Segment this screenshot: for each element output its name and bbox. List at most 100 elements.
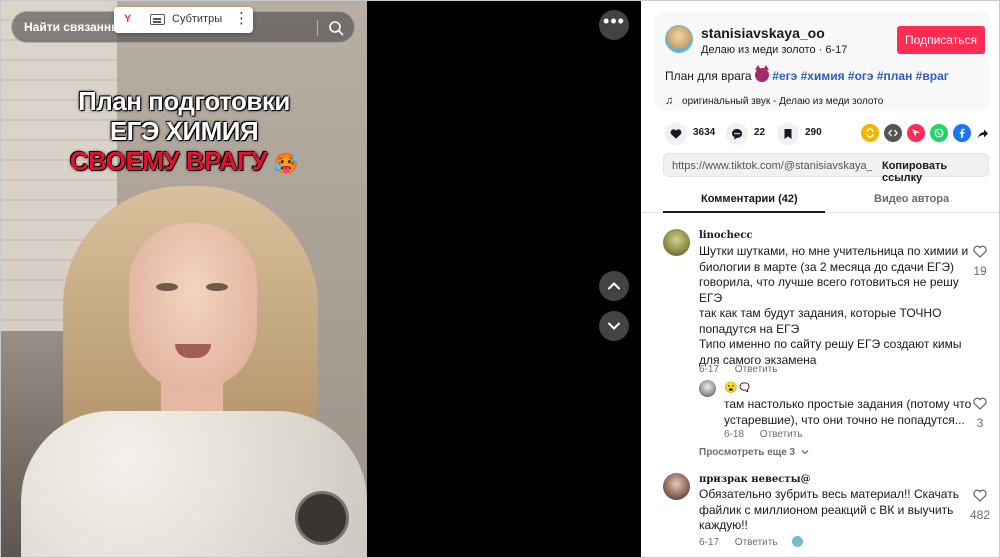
author-nickname-date: Делаю из меди золото · 6-17 xyxy=(701,44,848,56)
video-player[interactable]: План подготовки ЕГЭ ХИМИЯ СВОЕМУ ВРАГУ 🥵… xyxy=(1,1,367,557)
save-button[interactable] xyxy=(777,123,799,145)
video-overlay-line3-text: СВОЕМУ ВРАГУ xyxy=(69,146,268,176)
heart-outline-icon xyxy=(973,245,987,258)
comment-avatar[interactable] xyxy=(663,229,690,256)
comment-username[interactable]: linochecc xyxy=(699,230,752,241)
reply-text: там настолько простые задания (потому чт… xyxy=(724,397,971,428)
reply-like[interactable]: 3 xyxy=(967,397,993,430)
music-note-icon: ♫ xyxy=(665,95,674,107)
comment-username[interactable]: призрак невесты@ xyxy=(699,474,811,485)
whatsapp-share-icon[interactable] xyxy=(930,124,948,142)
creator-liked-avatar xyxy=(792,536,804,547)
send-share-icon[interactable] xyxy=(907,124,925,142)
reply-meta: 6-18 Ответить xyxy=(724,429,803,440)
reply-button[interactable]: Ответить xyxy=(735,364,778,375)
reply-like-count: 3 xyxy=(976,416,984,430)
comment-like-count: 482 xyxy=(969,508,991,522)
repost-icon xyxy=(866,128,874,138)
comment-button[interactable] xyxy=(726,123,748,145)
next-video-button[interactable] xyxy=(599,311,629,341)
search-divider xyxy=(317,20,318,36)
share-link-box: https://www.tiktok.com/@stanisiavskaya_o… xyxy=(663,153,989,184)
like-count: 3634 xyxy=(693,127,716,138)
video-person-face xyxy=(129,223,257,391)
subtitles-icon xyxy=(150,14,165,25)
comment-meta: 6-17 Ответить xyxy=(699,364,778,375)
view-more-label: Просмотреть еще 3 xyxy=(699,447,796,458)
repost-share-icon[interactable] xyxy=(861,124,879,142)
comment-icon xyxy=(732,129,742,140)
video-area: План подготовки ЕГЭ ХИМИЯ СВОЕМУ ВРАГУ 🥵… xyxy=(1,1,641,557)
toolbar-more-icon[interactable]: ⋮ xyxy=(234,10,249,28)
video-overlay-line2: ЕГЭ ХИМИЯ xyxy=(109,116,259,146)
comment-line: ЕГЭ xyxy=(699,290,723,305)
share-arrow-icon xyxy=(978,129,988,139)
comment-date: 6-17 xyxy=(699,537,720,548)
comment-line: каждую!! xyxy=(699,518,748,532)
video-person-eye xyxy=(206,283,228,291)
reply-button[interactable]: Ответить xyxy=(735,537,778,548)
description-hashtags[interactable]: #егэ #химия #огэ #план #враг xyxy=(772,69,948,83)
comment-date: 6-17 xyxy=(699,364,720,375)
video-coat-badge xyxy=(295,491,349,545)
more-share-icon[interactable] xyxy=(973,124,991,142)
description-text: План для врага xyxy=(665,69,752,83)
author-username[interactable]: stanisiavskaya_oo xyxy=(701,25,825,41)
facebook-share-icon[interactable] xyxy=(953,124,971,142)
facebook-icon xyxy=(959,128,965,138)
heart-outline-icon xyxy=(973,489,987,502)
comment-like[interactable]: 19 xyxy=(967,245,993,278)
comment-line: Типо именно по сайту решу ЕГЭ создают ки… xyxy=(699,337,962,351)
hot-face-emoji: 🥵 xyxy=(273,153,299,175)
reply-date: 6-18 xyxy=(724,429,745,440)
view-more-replies[interactable]: Просмотреть еще 3 xyxy=(699,447,809,458)
comment-line: Шутки шутками, но мне учительница по хим… xyxy=(699,244,969,258)
comment-line: файлик с миллионом реакций с ВК и выучит… xyxy=(699,502,954,517)
comment-like-count: 19 xyxy=(973,264,987,278)
comment-line: Обязательно зубрить весь материал!! Скач… xyxy=(699,487,959,501)
search-icon[interactable] xyxy=(328,20,344,36)
video-person-eye xyxy=(156,283,178,291)
comment-avatar[interactable] xyxy=(663,473,690,500)
active-tab-indicator xyxy=(663,211,825,213)
reply-avatar[interactable] xyxy=(699,380,716,397)
yandex-logo-icon: Y xyxy=(124,13,132,25)
whatsapp-icon xyxy=(934,128,944,138)
yandex-subtitles-toolbar[interactable]: Y Субтитры ⋮ xyxy=(114,7,253,33)
bookmark-icon xyxy=(784,129,792,139)
copy-link-button[interactable]: Копировать ссылку xyxy=(882,160,988,184)
panel-tabs: Комментарии (42) Видео автора xyxy=(641,185,999,213)
comment-line: там настолько простые задания (потому чт… xyxy=(724,397,972,411)
comment-like[interactable]: 482 xyxy=(967,489,993,522)
reply-username[interactable]: 😮🗨 xyxy=(724,381,752,394)
comment-line: говорила, что лучше всего готовиться не … xyxy=(699,275,959,289)
embed-share-icon[interactable] xyxy=(884,124,902,142)
share-link-url[interactable]: https://www.tiktok.com/@stanisiavskaya_o… xyxy=(672,160,872,172)
chevron-down-icon xyxy=(801,450,809,455)
previous-video-button[interactable] xyxy=(599,271,629,301)
save-count: 290 xyxy=(805,127,822,138)
music-title: оригинальный звук - Делаю из меди золото xyxy=(682,96,884,107)
like-button[interactable] xyxy=(665,123,687,145)
follow-button[interactable]: Подписаться xyxy=(897,26,985,54)
video-info-card: stanisiavskaya_oo Делаю из меди золото ·… xyxy=(655,11,989,111)
heart-icon xyxy=(670,129,682,139)
more-options-button[interactable]: ••• xyxy=(599,10,629,40)
subtitles-button[interactable]: Субтитры xyxy=(172,13,222,25)
music-row[interactable]: ♫ оригинальный звук - Делаю из меди золо… xyxy=(665,95,883,107)
comment-line: устаревшие), что они точно не попадутся.… xyxy=(724,412,965,427)
comment-line: так как там будут задания, которые ТОЧНО xyxy=(699,306,942,320)
video-description: План для врага #егэ #химия #огэ #план #в… xyxy=(665,65,949,83)
tab-comments[interactable]: Комментарии (42) xyxy=(701,193,798,205)
comment-meta: 6-17 Ответить xyxy=(699,536,804,548)
video-overlay-line3: СВОЕМУ ВРАГУ 🥵 xyxy=(1,147,367,179)
comment-line: биологии в марте (за 2 месяца до сдачи Е… xyxy=(699,259,954,274)
stats-bar: 3634 22 290 xyxy=(655,123,995,145)
tab-creator-videos[interactable]: Видео автора xyxy=(874,193,949,205)
author-avatar[interactable] xyxy=(665,25,693,53)
side-panel: stanisiavskaya_oo Делаю из меди золото ·… xyxy=(641,1,999,557)
heart-outline-icon xyxy=(973,397,987,410)
devil-emoji-icon xyxy=(754,65,769,82)
reply-button[interactable]: Ответить xyxy=(760,429,803,440)
comment-text: Шутки шутками, но мне учительница по хим… xyxy=(699,244,968,368)
